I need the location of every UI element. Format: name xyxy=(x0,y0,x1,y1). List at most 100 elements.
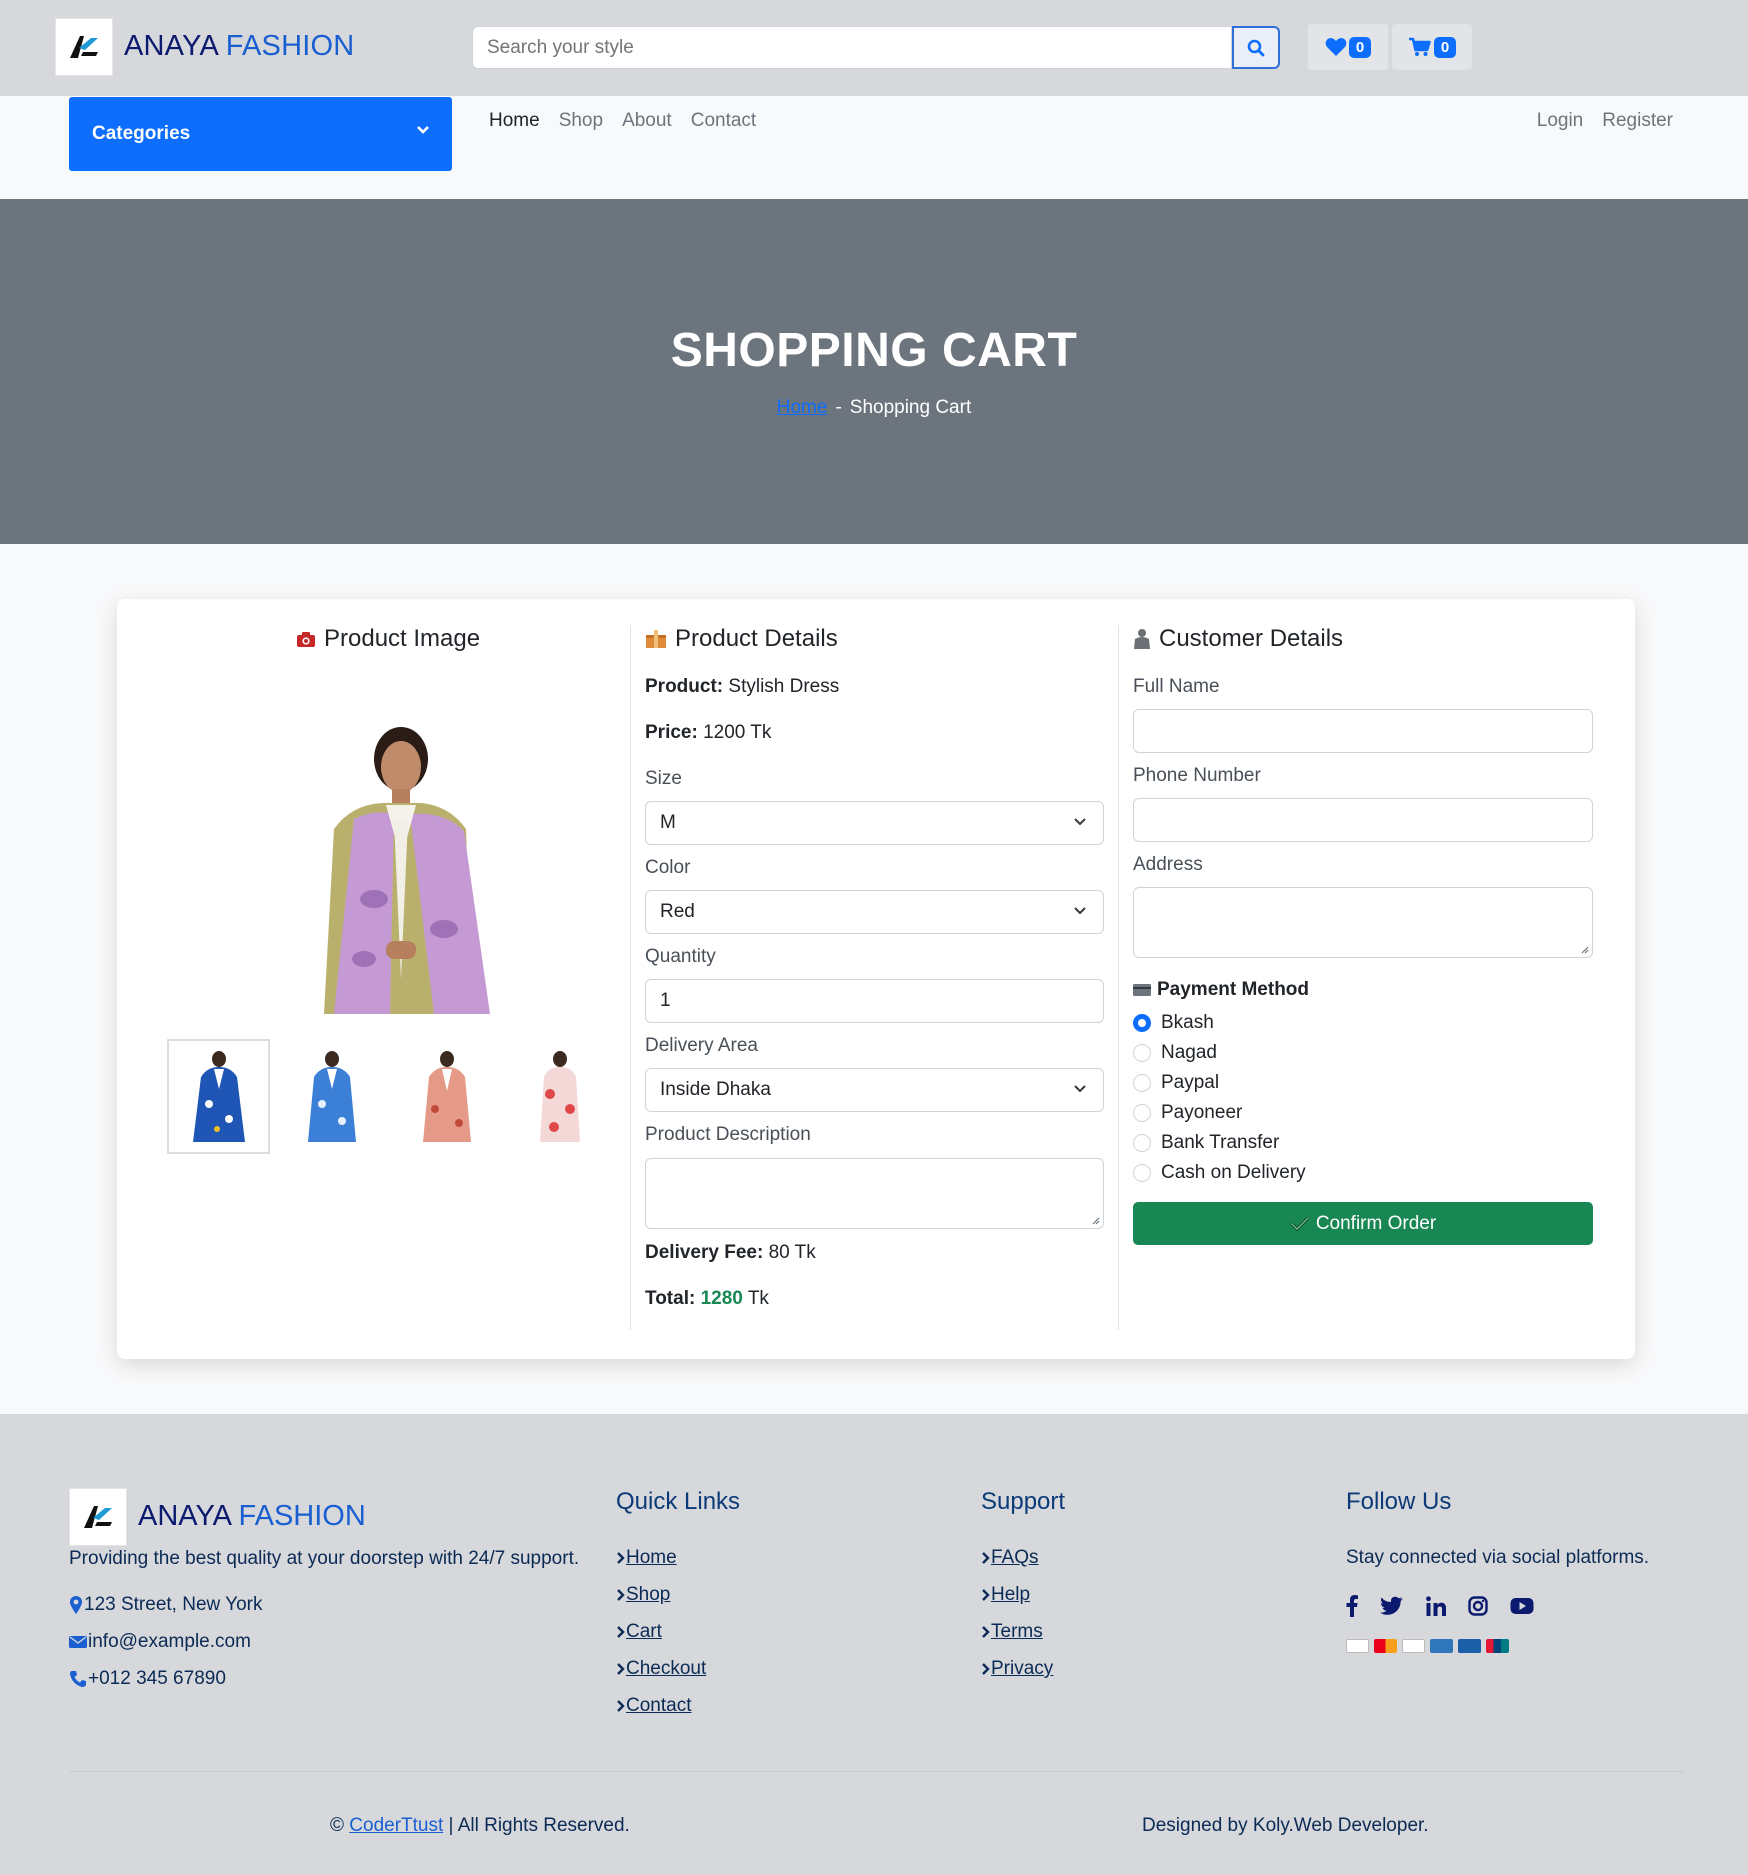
user-icon xyxy=(1134,629,1150,649)
footer-brand[interactable]: ANAYA FASHION xyxy=(138,1500,366,1533)
chevron-down-icon xyxy=(1074,818,1086,826)
color-select-value: Red xyxy=(660,901,695,922)
thumbnail-1[interactable] xyxy=(167,1039,270,1154)
footer-link-cart[interactable]: Cart xyxy=(616,1621,662,1643)
payment-cards xyxy=(1346,1639,1509,1653)
envelope-icon xyxy=(69,1636,87,1648)
delivery-area-value: Inside Dhaka xyxy=(660,1079,771,1100)
mastercard-icon xyxy=(1374,1639,1397,1653)
nav-home[interactable]: Home xyxy=(489,110,540,132)
phone-input[interactable] xyxy=(1133,798,1593,842)
login-link[interactable]: Login xyxy=(1537,110,1584,132)
footer-logo-icon[interactable] xyxy=(69,1488,127,1546)
chevron-down-icon xyxy=(417,126,429,134)
logo-icon[interactable] xyxy=(55,18,113,76)
copyright-link[interactable]: CoderTtust xyxy=(349,1815,443,1836)
footer-phone-text: +012 345 67890 xyxy=(88,1668,226,1689)
categories-dropdown[interactable]: Categories xyxy=(69,97,452,171)
discover-icon xyxy=(1458,1639,1481,1653)
radio-paypal[interactable] xyxy=(1133,1074,1151,1092)
footer-link-privacy[interactable]: Privacy xyxy=(981,1658,1053,1680)
page-hero: SHOPPING CART Home - Shopping Cart xyxy=(0,199,1748,544)
footer-link-home[interactable]: Home xyxy=(616,1547,677,1569)
nav-contact[interactable]: Contact xyxy=(691,110,756,132)
wishlist-button[interactable]: 0 xyxy=(1308,24,1388,70)
cart-card: Product Image Product Details Product: S… xyxy=(117,599,1635,1359)
payment-option-nagad[interactable]: Nagad xyxy=(1133,1042,1217,1064)
footer-link-checkout[interactable]: Checkout xyxy=(616,1658,706,1680)
full-name-label: Full Name xyxy=(1133,676,1220,697)
payment-option-label: Payoneer xyxy=(1161,1102,1243,1123)
linkedin-icon[interactable] xyxy=(1426,1596,1446,1616)
footer-brand-part-2: FASHION xyxy=(238,1500,366,1532)
visa-icon xyxy=(1346,1639,1369,1653)
delivery-area-select[interactable]: Inside Dhaka xyxy=(645,1068,1104,1112)
payment-option-cash-on-delivery[interactable]: Cash on Delivery xyxy=(1133,1162,1306,1184)
product-name-label: Product: xyxy=(645,676,724,697)
resize-grip-icon[interactable] xyxy=(1090,1215,1100,1225)
footer-tagline: Providing the best quality at your doors… xyxy=(69,1548,580,1569)
footer-link-shop[interactable]: Shop xyxy=(616,1584,670,1606)
chevron-right-icon xyxy=(617,1663,625,1675)
radio-bkash[interactable] xyxy=(1133,1014,1151,1032)
brand-name[interactable]: ANAYA FASHION xyxy=(124,30,354,63)
chevron-down-icon xyxy=(1074,1085,1086,1093)
payment-option-paypal[interactable]: Paypal xyxy=(1133,1072,1219,1094)
color-select[interactable]: Red xyxy=(645,890,1104,934)
support-heading: Support xyxy=(981,1488,1066,1515)
cart-content: Product Image Product Details Product: S… xyxy=(0,544,1748,1414)
twitter-icon[interactable] xyxy=(1380,1596,1404,1616)
main-product-image xyxy=(324,727,490,1014)
delivery-fee-label: Delivery Fee: xyxy=(645,1242,764,1263)
thumbnail-3[interactable] xyxy=(395,1039,498,1154)
copyright: © CoderTtust | All Rights Reserved. xyxy=(330,1815,630,1837)
footer-email-text: info@example.com xyxy=(88,1631,251,1652)
radio-bank-transfer[interactable] xyxy=(1133,1134,1151,1152)
cart-button[interactable]: 0 xyxy=(1392,24,1472,70)
thumbnail-4[interactable] xyxy=(508,1039,611,1154)
chevron-down-icon xyxy=(1074,907,1086,915)
footer-link-label: Privacy xyxy=(991,1658,1054,1679)
footer-link-label: Home xyxy=(626,1547,677,1568)
confirm-order-button[interactable]: Confirm Order xyxy=(1133,1202,1593,1245)
footer-link-help[interactable]: Help xyxy=(981,1584,1030,1606)
thumbnail-image-2 xyxy=(307,1051,356,1142)
youtube-icon[interactable] xyxy=(1510,1597,1534,1615)
footer-email: info@example.com xyxy=(69,1631,251,1653)
column-divider-1 xyxy=(630,625,631,1330)
footer-link-contact[interactable]: Contact xyxy=(616,1695,691,1717)
footer-link-faqs[interactable]: FAQs xyxy=(981,1547,1039,1569)
payment-method-title: Payment Method xyxy=(1157,979,1310,1000)
payment-option-bank-transfer[interactable]: Bank Transfer xyxy=(1133,1132,1279,1154)
payment-option-label: Bkash xyxy=(1161,1012,1214,1033)
radio-nagad[interactable] xyxy=(1133,1044,1151,1062)
resize-grip-icon[interactable] xyxy=(1579,944,1589,954)
radio-payoneer[interactable] xyxy=(1133,1104,1151,1122)
breadcrumb-home-link[interactable]: Home xyxy=(777,397,828,418)
product-image-heading: Product Image xyxy=(296,625,480,653)
footer-link-terms[interactable]: Terms xyxy=(981,1621,1043,1643)
product-description-textarea[interactable] xyxy=(645,1158,1104,1229)
thumbnail-image-1 xyxy=(192,1051,245,1142)
quantity-input[interactable]: 1 xyxy=(645,979,1104,1023)
address-textarea[interactable] xyxy=(1133,887,1593,958)
register-link[interactable]: Register xyxy=(1602,110,1673,132)
radio-cash-on-delivery[interactable] xyxy=(1133,1164,1151,1182)
product-image-title: Product Image xyxy=(324,625,481,652)
nav-about[interactable]: About xyxy=(622,110,672,132)
payment-option-label: Cash on Delivery xyxy=(1161,1162,1306,1183)
social-links xyxy=(1346,1595,1534,1617)
search-button[interactable] xyxy=(1232,26,1280,69)
size-select[interactable]: M xyxy=(645,801,1104,845)
cart-icon xyxy=(1408,37,1431,56)
payment-option-payoneer[interactable]: Payoneer xyxy=(1133,1102,1242,1124)
search-input[interactable] xyxy=(472,26,1232,69)
footer-link-label: Contact xyxy=(626,1695,692,1716)
thumbnail-2[interactable] xyxy=(280,1039,383,1154)
chevron-right-icon xyxy=(982,1552,990,1564)
payment-option-bkash[interactable]: Bkash xyxy=(1133,1012,1214,1034)
facebook-icon[interactable] xyxy=(1346,1595,1358,1617)
full-name-input[interactable] xyxy=(1133,709,1593,753)
instagram-icon[interactable] xyxy=(1468,1596,1488,1616)
nav-shop[interactable]: Shop xyxy=(559,110,603,132)
